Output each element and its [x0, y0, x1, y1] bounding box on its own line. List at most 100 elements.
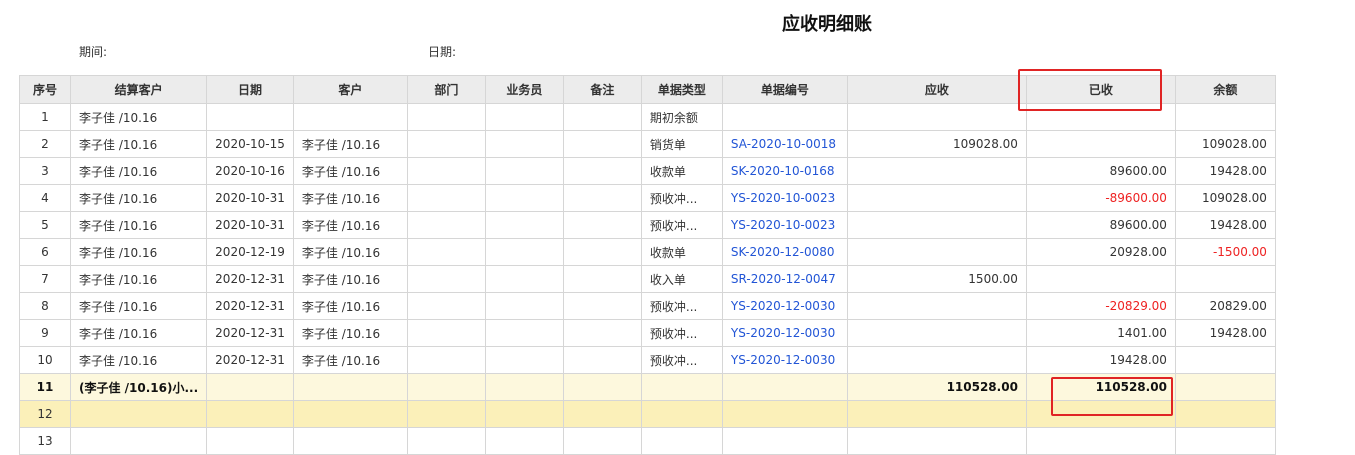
cell-department	[406, 373, 486, 401]
empty-cell	[69, 427, 208, 455]
col-header-received[interactable]: 已收	[1025, 75, 1176, 104]
col-header-receivable[interactable]: 应收	[846, 75, 1027, 104]
cell-receivable: 1500.00	[846, 265, 1027, 293]
cell-salesperson	[484, 292, 564, 320]
cell-settle-customer: 李子佳 /10.16	[69, 238, 208, 266]
cell-receivable	[846, 103, 1027, 131]
col-header-doc-type[interactable]: 单据类型	[640, 75, 723, 104]
cell-customer	[292, 373, 408, 401]
cell-settle-customer: 李子佳 /10.16	[69, 292, 208, 320]
cell-doc-number-link[interactable]	[721, 103, 848, 131]
table-row[interactable]: 10 李子佳 /10.16 2020-12-31 李子佳 /10.16 预收冲.…	[19, 346, 1276, 374]
cell-settle-customer: 李子佳 /10.16	[69, 346, 208, 374]
cell-settle-customer: 李子佳 /10.16	[69, 211, 208, 239]
cell-doc-number-link[interactable]: YS-2020-10-0023	[721, 211, 848, 239]
cell-index: 4	[19, 184, 71, 212]
subtotal-row[interactable]: 11 (李子佳 /10.16)小... 110528.00 110528.00	[19, 373, 1276, 401]
cell-index: 10	[19, 346, 71, 374]
col-header-index[interactable]: 序号	[19, 75, 71, 104]
cell-date: 2020-10-31	[206, 184, 294, 212]
col-header-salesperson[interactable]: 业务员	[484, 75, 564, 104]
cell-note	[562, 184, 642, 212]
cell-department	[406, 211, 486, 239]
cell-doc-type: 收入单	[640, 265, 723, 293]
empty-cell	[206, 400, 294, 428]
cell-salesperson	[484, 265, 564, 293]
table-row[interactable]: 8 李子佳 /10.16 2020-12-31 李子佳 /10.16 预收冲..…	[19, 292, 1276, 320]
cell-salesperson	[484, 373, 564, 401]
cell-doc-number-link[interactable]: SK-2020-10-0168	[721, 157, 848, 185]
cell-department	[406, 319, 486, 347]
cell-doc-number-link[interactable]: SA-2020-10-0018	[721, 130, 848, 158]
empty-cell	[1174, 400, 1276, 428]
cell-department	[406, 184, 486, 212]
cell-department	[406, 157, 486, 185]
cell-salesperson	[484, 130, 564, 158]
empty-cell	[69, 400, 208, 428]
table-row[interactable]: 9 李子佳 /10.16 2020-12-31 李子佳 /10.16 预收冲..…	[19, 319, 1276, 347]
cell-received: 89600.00	[1025, 157, 1176, 185]
cell-date: 2020-12-31	[206, 265, 294, 293]
cell-doc-type: 期初余额	[640, 103, 723, 131]
col-header-note[interactable]: 备注	[562, 75, 642, 104]
cell-customer: 李子佳 /10.16	[292, 238, 408, 266]
cell-received: 20928.00	[1025, 238, 1176, 266]
cell-note	[562, 292, 642, 320]
cell-balance: 19428.00	[1174, 319, 1276, 347]
empty-cell	[846, 427, 1027, 455]
cell-settle-customer: 李子佳 /10.16	[69, 319, 208, 347]
cell-salesperson	[484, 211, 564, 239]
period-label: 期间:	[79, 45, 108, 59]
empty-cell	[206, 427, 294, 455]
table-row[interactable]: 7 李子佳 /10.16 2020-12-31 李子佳 /10.16 收入单 S…	[19, 265, 1276, 293]
cell-doc-number-link[interactable]: YS-2020-12-0030	[721, 292, 848, 320]
table-row[interactable]: 4 李子佳 /10.16 2020-10-31 李子佳 /10.16 预收冲..…	[19, 184, 1276, 212]
cell-doc-type: 预收冲...	[640, 346, 723, 374]
col-header-customer[interactable]: 客户	[292, 75, 408, 104]
col-header-date[interactable]: 日期	[206, 75, 294, 104]
cell-index: 2	[19, 130, 71, 158]
cell-balance: 19428.00	[1174, 157, 1276, 185]
cell-settle-customer: 李子佳 /10.16	[69, 103, 208, 131]
cell-doc-number-link[interactable]: YS-2020-12-0030	[721, 346, 848, 374]
subtotal-received: 110528.00	[1025, 373, 1176, 401]
cell-doc-type: 收款单	[640, 157, 723, 185]
cell-doc-type: 销货单	[640, 130, 723, 158]
cell-index: 12	[19, 400, 71, 428]
cell-date	[206, 373, 294, 401]
col-header-balance[interactable]: 余额	[1174, 75, 1276, 104]
col-header-department[interactable]: 部门	[406, 75, 486, 104]
empty-cell	[640, 400, 723, 428]
cell-doc-number-link[interactable]: SR-2020-12-0047	[721, 265, 848, 293]
cell-doc-type: 预收冲...	[640, 211, 723, 239]
empty-cell	[1025, 400, 1176, 428]
empty-cell	[1174, 427, 1276, 455]
table-row[interactable]: 3 李子佳 /10.16 2020-10-16 李子佳 /10.16 收款单 S…	[19, 157, 1276, 185]
cell-customer	[292, 103, 408, 131]
table-row[interactable]: 1 李子佳 /10.16 期初余额	[19, 103, 1276, 131]
cell-doc-number-link[interactable]: YS-2020-12-0030	[721, 319, 848, 347]
cell-index: 1	[19, 103, 71, 131]
cell-salesperson	[484, 103, 564, 131]
cell-index: 5	[19, 211, 71, 239]
col-header-doc-number[interactable]: 单据编号	[721, 75, 848, 104]
cell-doc-type: 预收冲...	[640, 184, 723, 212]
subtotal-label: (李子佳 /10.16)小...	[69, 373, 208, 401]
cell-receivable	[846, 238, 1027, 266]
table-row[interactable]: 2 李子佳 /10.16 2020-10-15 李子佳 /10.16 销货单 S…	[19, 130, 1276, 158]
cell-balance: 109028.00	[1174, 130, 1276, 158]
cell-salesperson	[484, 184, 564, 212]
cell-salesperson	[484, 238, 564, 266]
cell-doc-number-link[interactable]: SK-2020-12-0080	[721, 238, 848, 266]
cell-balance	[1174, 373, 1276, 401]
table-row[interactable]: 13	[19, 427, 1276, 455]
table-row[interactable]: 6 李子佳 /10.16 2020-12-19 李子佳 /10.16 收款单 S…	[19, 238, 1276, 266]
cell-date: 2020-10-16	[206, 157, 294, 185]
cell-balance	[1174, 103, 1276, 131]
cell-note	[562, 373, 642, 401]
table-row[interactable]: 5 李子佳 /10.16 2020-10-31 李子佳 /10.16 预收冲..…	[19, 211, 1276, 239]
cell-balance: 20829.00	[1174, 292, 1276, 320]
table-row-selected[interactable]: 12	[19, 400, 1276, 428]
cell-doc-number-link[interactable]: YS-2020-10-0023	[721, 184, 848, 212]
col-header-settle-customer[interactable]: 结算客户	[69, 75, 208, 104]
